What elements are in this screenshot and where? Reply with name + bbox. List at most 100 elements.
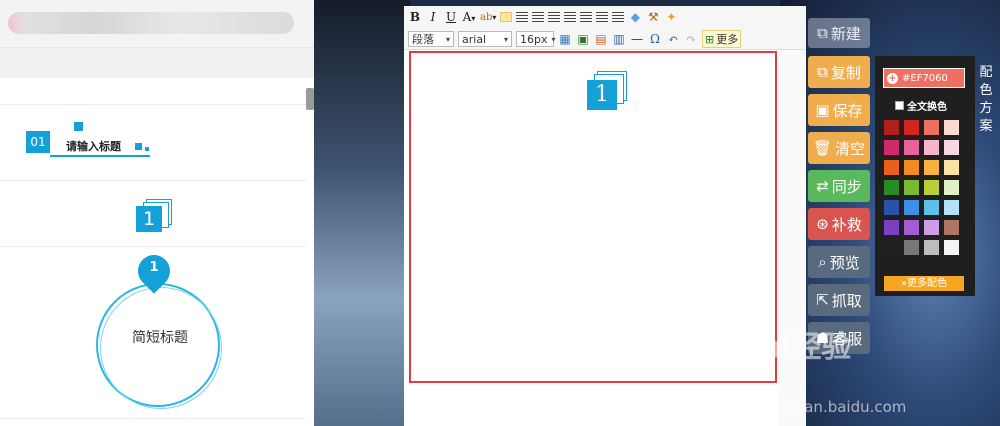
save-icon[interactable]: ▥ (612, 32, 626, 46)
font-family-select[interactable]: arial ▾ (458, 31, 512, 47)
new-button[interactable]: ⧉ 新建 (808, 18, 870, 48)
template-circle-title[interactable]: 1 简短标题 (0, 246, 306, 418)
decor-square (135, 143, 142, 150)
number-box: 1 (136, 206, 162, 232)
format-brush-icon[interactable]: ⚒ (646, 10, 660, 24)
magic-wand-icon[interactable]: ✦ (664, 10, 678, 24)
color-swatch[interactable] (924, 160, 939, 175)
more-button[interactable]: ⊞ 更多 (702, 30, 742, 48)
color-swatch[interactable] (904, 200, 919, 215)
color-scheme-title: 配色方案 (979, 65, 993, 134)
plus-icon: ⊞ (705, 32, 715, 46)
color-swatch[interactable] (884, 120, 899, 135)
align-left-icon[interactable] (500, 12, 513, 22)
color-swatch[interactable] (944, 220, 959, 235)
color-swatch[interactable] (904, 120, 919, 135)
omega-icon[interactable]: Ω (648, 32, 662, 46)
color-swatch[interactable] (884, 180, 899, 195)
font-size-select[interactable]: 16px ▾ (516, 31, 556, 47)
rescue-button[interactable]: ⊛ 补救 (808, 208, 870, 240)
row-spacing-icon[interactable] (612, 12, 625, 22)
font-color-button[interactable]: A▾ (462, 10, 476, 24)
color-scheme-panel: + #EF7060 全文换色 »更多配色 (875, 56, 975, 296)
align-justify-icon[interactable] (548, 12, 561, 22)
color-swatch[interactable] (904, 220, 919, 235)
template-number: 01 (26, 131, 50, 153)
grab-button[interactable]: ⇱ 抓取 (808, 284, 870, 316)
color-swatch[interactable] (904, 240, 919, 255)
template-panel: 01 请输入标题 1 1 简短标题 (0, 0, 314, 426)
color-swatch[interactable] (944, 200, 959, 215)
bold-button[interactable]: B (408, 10, 422, 24)
color-swatch[interactable] (904, 160, 919, 175)
copy-icon: ⧉ (817, 63, 828, 81)
paragraph-spacing-icon[interactable] (596, 12, 609, 22)
color-hex-input[interactable]: + #EF7060 (883, 68, 965, 88)
new-icon: ⧉ (817, 24, 828, 42)
clear-button[interactable]: 🗑 清空 (808, 132, 870, 164)
template-title: 请输入标题 (66, 140, 121, 153)
save-button[interactable]: ▣ 保存 (808, 94, 870, 126)
color-swatch[interactable] (944, 120, 959, 135)
copy-button[interactable]: ⧉ 复制 (808, 56, 870, 88)
plus-icon: + (887, 72, 898, 84)
color-swatch[interactable] (944, 180, 959, 195)
lifebuoy-icon: ⊛ (816, 215, 829, 233)
paragraph-select[interactable]: 段落 ▾ (408, 31, 454, 47)
italic-button[interactable]: I (426, 10, 440, 24)
redo-icon[interactable]: ↷ (684, 32, 698, 46)
preview-button[interactable]: ⌕ 预览 (808, 246, 870, 278)
align-center-icon[interactable] (516, 12, 529, 22)
blurred-header-text (8, 12, 294, 34)
template-panel-subbar (0, 48, 314, 78)
color-swatch[interactable] (944, 140, 959, 155)
editor-canvas[interactable]: 1 (409, 51, 777, 383)
toolbar-row-1: B I U A▾ ab▾ ◆ ⚒ ✦ (404, 6, 806, 28)
decor-square (145, 147, 149, 151)
indent-icon[interactable] (564, 12, 577, 22)
all-swap-checkbox[interactable] (895, 101, 904, 110)
color-swatch[interactable] (904, 140, 919, 155)
template-number-box[interactable]: 1 (0, 180, 306, 246)
magnifier-icon: ⌕ (818, 253, 827, 271)
color-swatch[interactable] (884, 240, 899, 255)
line-spacing-icon[interactable] (580, 12, 593, 22)
color-swatch[interactable] (924, 120, 939, 135)
toolbar-row-2: 段落 ▾ arial ▾ 16px ▾ ▦ ▣ ▤ ▥ — Ω ↶ ↷ ⊞ 更多 (404, 28, 806, 50)
sync-button[interactable]: ⇄ 同步 (808, 170, 870, 202)
color-swatch[interactable] (944, 160, 959, 175)
eraser-icon[interactable]: ◆ (628, 10, 642, 24)
color-swatch[interactable] (924, 200, 939, 215)
editor-gutter (778, 50, 806, 426)
template-scrollbar[interactable] (306, 88, 314, 110)
align-right-icon[interactable] (532, 12, 545, 22)
all-swap-toggle[interactable]: 全文换色 (895, 98, 947, 113)
highlight-button[interactable]: ab▾ (480, 12, 496, 23)
color-swatch[interactable] (924, 180, 939, 195)
media-icon[interactable]: ▤ (594, 32, 608, 46)
horizontal-rule-icon[interactable]: — (630, 32, 644, 46)
template-numbered-title[interactable]: 01 请输入标题 (0, 104, 306, 180)
undo-icon[interactable]: ↶ (666, 32, 680, 46)
color-swatch[interactable] (944, 240, 959, 255)
color-swatch[interactable] (904, 180, 919, 195)
color-swatch[interactable] (924, 140, 939, 155)
underline-button[interactable]: U (444, 10, 458, 24)
color-swatch[interactable] (924, 240, 939, 255)
table-icon[interactable]: ▦ (558, 32, 572, 46)
background-image-left (300, 0, 410, 426)
title-underline (50, 155, 150, 157)
watermark-brand: Bai经验 (738, 330, 852, 365)
color-swatch[interactable] (924, 220, 939, 235)
color-swatch[interactable] (884, 200, 899, 215)
template-panel-header (0, 0, 314, 48)
color-swatch[interactable] (884, 140, 899, 155)
external-link-icon: ⇱ (816, 291, 829, 309)
color-swatch[interactable] (884, 220, 899, 235)
pin-number: 1 (149, 260, 159, 275)
template-divider (0, 418, 306, 419)
image-icon[interactable]: ▣ (576, 32, 590, 46)
more-colors-button[interactable]: »更多配色 (884, 276, 964, 291)
color-swatch[interactable] (884, 160, 899, 175)
decor-square (74, 122, 83, 131)
